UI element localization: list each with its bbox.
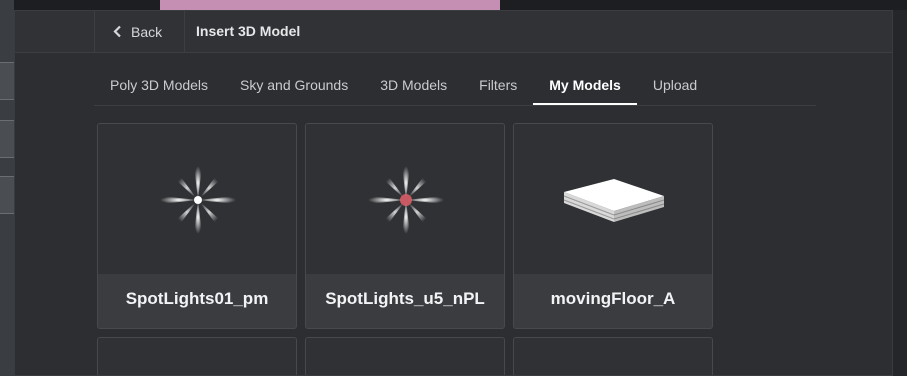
model-thumbnail — [98, 124, 296, 274]
model-card[interactable]: SpotLights_u5_nPL — [305, 123, 505, 329]
chevron-left-icon — [113, 25, 121, 38]
model-card[interactable]: movingFloor_A — [513, 123, 713, 329]
background-panel-item — [0, 120, 14, 158]
spotlight-red-icon — [368, 166, 444, 234]
model-thumbnail — [514, 124, 712, 274]
model-name: SpotLights_u5_nPL — [325, 289, 485, 308]
tab-my-models[interactable]: My Models — [533, 71, 637, 105]
model-thumbnail — [306, 338, 504, 375]
background-panel — [0, 0, 14, 376]
background-panel-item — [0, 62, 14, 100]
tab-upload[interactable]: Upload — [637, 71, 713, 105]
model-card[interactable] — [97, 337, 297, 375]
tab-poly-3d-models[interactable]: Poly 3D Models — [94, 71, 224, 105]
back-button[interactable]: Back — [94, 11, 185, 52]
tab-3d-models[interactable]: 3D Models — [364, 71, 463, 105]
model-card[interactable]: SpotLights01_pm — [97, 123, 297, 329]
background-scene-object — [160, 0, 500, 10]
model-card[interactable] — [305, 337, 505, 375]
tab-sky-and-grounds[interactable]: Sky and Grounds — [224, 71, 364, 105]
dialog-header: Back Insert 3D Model — [15, 11, 892, 53]
tab-filters[interactable]: Filters — [463, 71, 533, 105]
model-card[interactable] — [513, 337, 713, 375]
insert-3d-model-dialog: Back Insert 3D Model Poly 3D Models Sky … — [14, 10, 893, 376]
model-source-tabs: Poly 3D Models Sky and Grounds 3D Models… — [94, 71, 816, 106]
spotlight-white-icon — [160, 166, 236, 234]
dialog-title: Insert 3D Model — [196, 23, 301, 39]
model-name: SpotLights01_pm — [125, 289, 269, 308]
model-thumbnail — [306, 124, 504, 274]
floor-panel-icon — [563, 179, 665, 222]
background-panel-item — [0, 176, 14, 214]
model-thumbnail — [514, 338, 712, 375]
model-thumbnail — [98, 338, 296, 375]
model-name: movingFloor_A — [550, 289, 676, 308]
back-label: Back — [131, 23, 163, 40]
